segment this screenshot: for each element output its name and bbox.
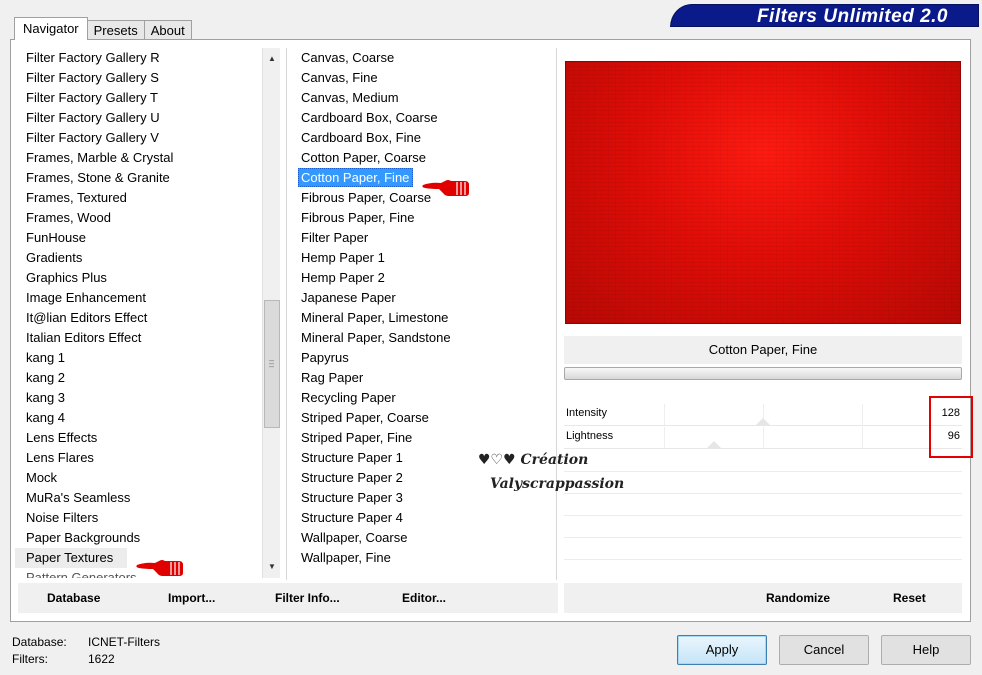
category-item[interactable]: Frames, Marble & Crystal <box>15 148 255 168</box>
filter-item[interactable]: Rag Paper <box>290 368 550 388</box>
status-area: Database: ICNET-Filters Filters: 1622 <box>12 634 160 668</box>
category-list[interactable]: Filter Factory Gallery R Filter Factory … <box>15 48 255 578</box>
category-item[interactable]: Gradients <box>15 248 255 268</box>
pointing-hand-icon <box>136 560 183 576</box>
help-button[interactable]: Help <box>881 635 971 665</box>
highlight-box <box>929 396 973 458</box>
database-button[interactable]: Database <box>47 591 100 605</box>
pointing-hand-icon <box>422 180 469 196</box>
filter-info-button[interactable]: Filter Info... <box>275 591 340 605</box>
category-item[interactable]: Filter Factory Gallery V <box>15 128 255 148</box>
filter-item[interactable]: Wallpaper, Fine <box>290 548 550 568</box>
category-item[interactable]: Frames, Wood <box>15 208 255 228</box>
filter-item[interactable]: Fibrous Paper, Fine <box>290 208 550 228</box>
category-item[interactable]: Paper Backgrounds <box>15 528 255 548</box>
category-item[interactable]: kang 2 <box>15 368 255 388</box>
filter-item[interactable]: Recycling Paper <box>290 388 550 408</box>
filter-item-selected[interactable]: Cotton Paper, Fine <box>290 168 550 188</box>
category-item[interactable]: Filter Factory Gallery U <box>15 108 255 128</box>
randomize-button[interactable]: Randomize <box>766 591 830 605</box>
category-item[interactable]: kang 4 <box>15 408 255 428</box>
category-item[interactable]: Image Enhancement <box>15 288 255 308</box>
filter-item[interactable]: Striped Paper, Fine <box>290 428 550 448</box>
intensity-label: Intensity <box>566 407 607 419</box>
scroll-up-arrow-icon[interactable]: ▲ <box>263 50 281 68</box>
category-item-selected[interactable]: Paper Textures <box>15 548 127 568</box>
divider <box>286 48 287 580</box>
lightness-slider[interactable]: Lightness 96 <box>564 427 962 449</box>
category-item[interactable]: Filter Factory Gallery R <box>15 48 255 68</box>
cancel-button[interactable]: Cancel <box>779 635 869 665</box>
watermark: ♥♡♥ Création Valyscrappassion <box>478 448 624 496</box>
intensity-slider[interactable]: Intensity 128 <box>564 404 962 426</box>
empty-slider-row <box>564 559 962 560</box>
category-item[interactable]: kang 1 <box>15 348 255 368</box>
category-item[interactable]: FunHouse <box>15 228 255 248</box>
scroll-down-arrow-icon[interactable]: ▼ <box>263 558 281 576</box>
filter-preview-image <box>565 61 961 324</box>
preset-toolbar: Randomize Reset <box>564 583 962 613</box>
editor-button[interactable]: Editor... <box>402 591 446 605</box>
watermark-line2: Valyscrappassion <box>490 476 625 492</box>
category-item[interactable]: Mock <box>15 468 255 488</box>
filters-count: 1622 <box>88 652 115 666</box>
empty-slider-row <box>564 537 962 538</box>
filter-item[interactable]: Canvas, Coarse <box>290 48 550 68</box>
grip-icon: – – – <box>269 355 275 371</box>
category-item[interactable]: Italian Editors Effect <box>15 328 255 348</box>
reset-button[interactable]: Reset <box>893 591 926 605</box>
filter-item[interactable]: Hemp Paper 1 <box>290 248 550 268</box>
filter-item[interactable]: Striped Paper, Coarse <box>290 408 550 428</box>
category-item[interactable]: Noise Filters <box>15 508 255 528</box>
import-button[interactable]: Import... <box>168 591 215 605</box>
filter-item[interactable]: Cardboard Box, Fine <box>290 128 550 148</box>
tab-navigator[interactable]: Navigator <box>14 17 88 40</box>
filter-item[interactable]: Cardboard Box, Coarse <box>290 108 550 128</box>
divider <box>556 48 557 580</box>
filter-item[interactable]: Canvas, Medium <box>290 88 550 108</box>
category-item[interactable]: Filter Factory Gallery T <box>15 88 255 108</box>
lightness-label: Lightness <box>566 430 614 442</box>
tab-presets[interactable]: Presets <box>86 20 145 40</box>
lightness-slider-thumb[interactable] <box>705 441 722 449</box>
category-item[interactable]: It@lian Editors Effect <box>15 308 255 328</box>
banner-title: Filters Unlimited 2.0 <box>756 6 948 27</box>
tab-bar: Navigator Presets About <box>14 17 192 40</box>
filter-item[interactable]: Mineral Paper, Sandstone <box>290 328 550 348</box>
category-item[interactable]: Frames, Stone & Granite <box>15 168 255 188</box>
navigator-toolbar: Database Import... Filter Info... Editor… <box>18 583 558 613</box>
filter-item[interactable]: Wallpaper, Coarse <box>290 528 550 548</box>
filter-item[interactable]: Mineral Paper, Limestone <box>290 308 550 328</box>
apply-button[interactable]: Apply <box>677 635 767 665</box>
category-item[interactable]: Lens Flares <box>15 448 255 468</box>
tab-about[interactable]: About <box>143 20 192 40</box>
filter-item[interactable]: Canvas, Fine <box>290 68 550 88</box>
progress-bar <box>564 367 962 380</box>
scroll-thumb[interactable]: – – – <box>264 300 280 428</box>
filter-item[interactable]: Hemp Paper 2 <box>290 268 550 288</box>
app-banner: Filters Unlimited 2.0 <box>670 4 979 27</box>
filter-item[interactable]: Structure Paper 4 <box>290 508 550 528</box>
category-scrollbar[interactable]: ▲ – – – ▼ <box>262 48 280 578</box>
database-label: Database: <box>12 635 67 649</box>
filter-item[interactable]: Japanese Paper <box>290 288 550 308</box>
category-item[interactable]: Frames, Textured <box>15 188 255 208</box>
filter-item[interactable]: Papyrus <box>290 348 550 368</box>
selected-filter-name: Cotton Paper, Fine <box>564 336 962 364</box>
filter-item[interactable]: Filter Paper <box>290 228 550 248</box>
filter-item[interactable]: Cotton Paper, Coarse <box>290 148 550 168</box>
database-value: ICNET-Filters <box>88 635 160 649</box>
intensity-slider-thumb[interactable] <box>755 418 771 426</box>
category-item[interactable]: Graphics Plus <box>15 268 255 288</box>
category-item[interactable]: Filter Factory Gallery S <box>15 68 255 88</box>
empty-slider-row <box>564 515 962 516</box>
filter-item-label: Cotton Paper, Fine <box>298 168 414 187</box>
filters-label: Filters: <box>12 652 48 666</box>
category-item[interactable]: MuRa's Seamless <box>15 488 255 508</box>
category-item[interactable]: Lens Effects <box>15 428 255 448</box>
watermark-line1: ♥♡♥ Création <box>478 452 589 468</box>
category-item[interactable]: kang 3 <box>15 388 255 408</box>
filter-item[interactable]: Fibrous Paper, Coarse <box>290 188 550 208</box>
